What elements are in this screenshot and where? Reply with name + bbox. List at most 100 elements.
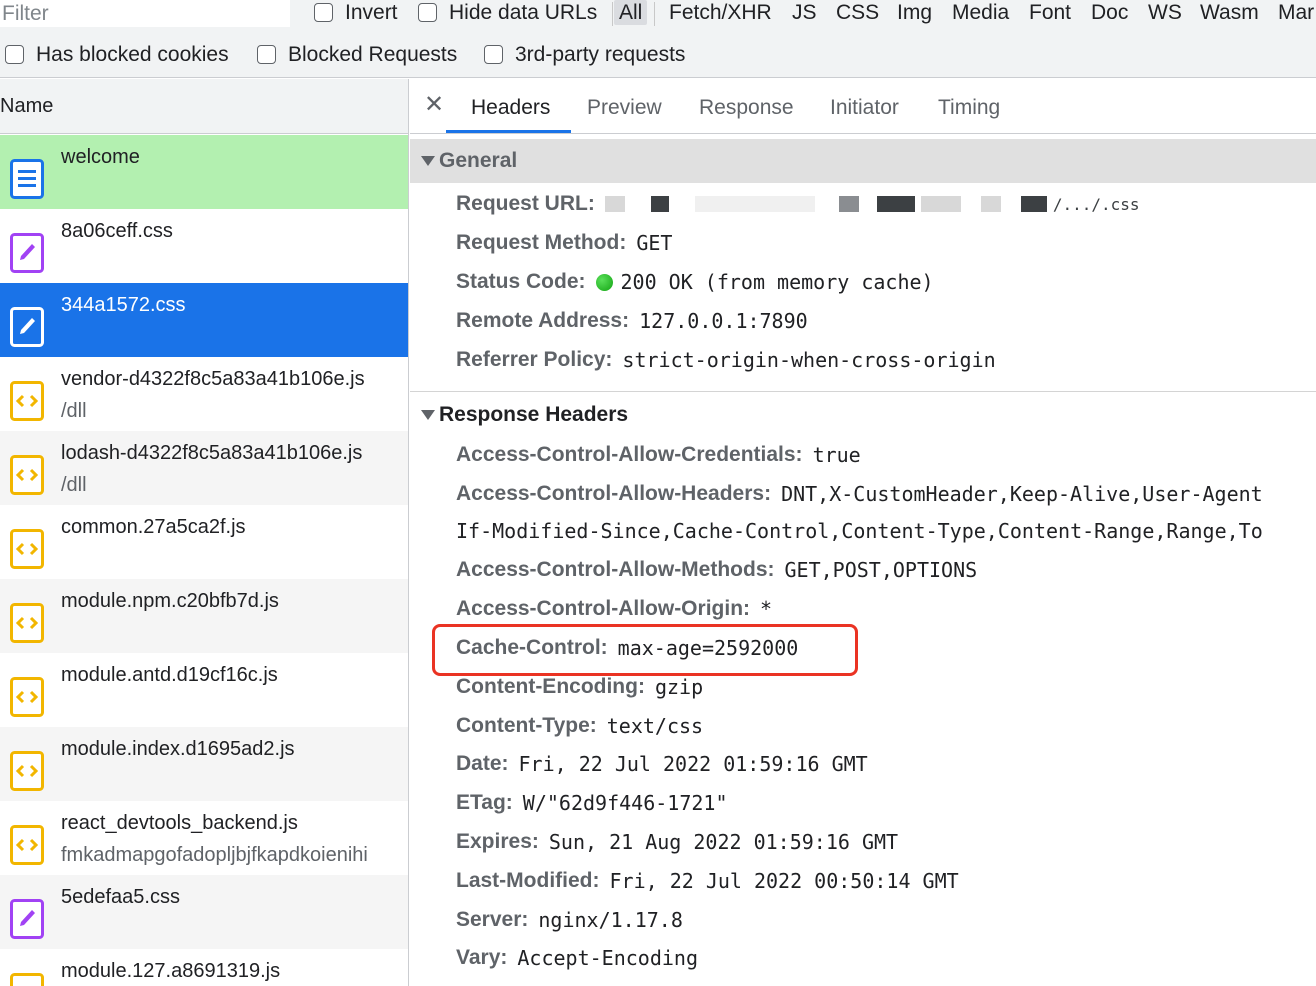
header-key: Access-Control-Allow-Headers:: [456, 482, 772, 505]
request-row[interactable]: 344a1572.css: [0, 283, 408, 357]
request-path: /dll: [61, 400, 87, 422]
tab-timing[interactable]: Timing: [938, 96, 1000, 120]
request-row[interactable]: react_devtools_backend.js fmkadmapgofado…: [0, 801, 408, 875]
header-value: W/"62d9f446-1721": [522, 791, 728, 815]
has-blocked-cookies-checkbox[interactable]: Has blocked cookies: [5, 42, 229, 67]
tab-preview[interactable]: Preview: [587, 96, 662, 120]
checkbox-box[interactable]: [257, 45, 276, 64]
request-row[interactable]: module.127.a8691319.js: [0, 949, 408, 986]
invert-checkbox[interactable]: Invert: [314, 0, 398, 25]
header-value: Accept-Encoding: [517, 946, 698, 970]
invert-label: Invert: [345, 0, 398, 24]
header-key: Vary:: [456, 946, 508, 969]
type-filter-fetch-xhr[interactable]: Fetch/XHR: [669, 0, 772, 25]
header-value: 200 OK (from memory cache): [620, 270, 934, 294]
type-filter-font[interactable]: Font: [1029, 0, 1071, 25]
checkbox-box[interactable]: [314, 3, 333, 22]
general-section-header[interactable]: General: [410, 139, 1316, 183]
general-section-title: General: [439, 149, 518, 172]
script-icon: [10, 973, 44, 986]
script-icon: [10, 529, 44, 569]
request-row[interactable]: 8a06ceff.css: [0, 209, 408, 283]
response-header-row: Access-Control-Allow-Credentials: true: [456, 440, 861, 470]
toolbar-divider: [612, 2, 613, 26]
tab-response[interactable]: Response: [699, 96, 794, 120]
request-name: 344a1572.css: [61, 294, 186, 316]
request-name: 8a06ceff.css: [61, 220, 173, 242]
request-row[interactable]: common.27a5ca2f.js: [0, 505, 408, 579]
filter-input[interactable]: [0, 0, 290, 27]
header-key: Access-Control-Allow-Methods:: [456, 558, 775, 581]
stylesheet-icon: [10, 899, 44, 939]
type-filter-js[interactable]: JS: [792, 0, 817, 25]
tab-initiator[interactable]: Initiator: [830, 96, 899, 120]
header-key: Cache-Control:: [456, 636, 608, 659]
type-filter-doc[interactable]: Doc: [1091, 0, 1128, 25]
request-row[interactable]: module.npm.c20bfb7d.js: [0, 579, 408, 653]
checkbox-box[interactable]: [5, 45, 24, 64]
type-filter-ws[interactable]: WS: [1148, 0, 1182, 25]
response-header-row: Content-Encoding: gzip: [456, 672, 703, 702]
type-filter-img[interactable]: Img: [897, 0, 932, 25]
redacted-block: [876, 196, 915, 212]
header-value: strict-origin-when-cross-origin: [622, 348, 996, 372]
response-header-row-cache-control: Cache-Control: max-age=2592000: [456, 633, 798, 663]
response-header-row: Content-Type: text/css: [456, 711, 703, 741]
request-row[interactable]: 5edefaa5.css: [0, 875, 408, 949]
tab-headers[interactable]: Headers: [471, 96, 550, 120]
response-header-row: Vary: Accept-Encoding: [456, 943, 698, 973]
hide-data-urls-checkbox[interactable]: Hide data URLs: [418, 0, 597, 25]
header-value: GET,POST,OPTIONS: [784, 558, 978, 582]
checkbox-box[interactable]: [484, 45, 503, 64]
header-key: Content-Type:: [456, 714, 597, 737]
request-name: common.27a5ca2f.js: [61, 516, 246, 538]
request-name: vendor-d4322f8c5a83a41b106e.js: [61, 368, 365, 390]
request-row[interactable]: vendor-d4322f8c5a83a41b106e.js /dll: [0, 357, 408, 431]
header-value: DNT,X-CustomHeader,Keep-Alive,User-Agent: [781, 482, 1263, 506]
request-name: module.127.a8691319.js: [61, 960, 281, 982]
redacted-block: [980, 196, 1001, 212]
blocked-requests-checkbox[interactable]: Blocked Requests: [257, 42, 457, 67]
response-headers-section-header[interactable]: Response Headers: [410, 391, 1316, 439]
type-filter-wasm[interactable]: Wasm: [1200, 0, 1259, 25]
request-name: 5edefaa5.css: [61, 886, 180, 908]
document-icon: [10, 159, 44, 199]
checkbox-box[interactable]: [418, 3, 437, 22]
type-filter-manifest[interactable]: Mar: [1278, 0, 1314, 25]
has-blocked-cookies-label: Has blocked cookies: [36, 42, 229, 66]
response-header-row: Access-Control-Allow-Headers: DNT,X-Cust…: [456, 479, 1263, 509]
header-value: Sun, 21 Aug 2022 01:59:16 GMT: [548, 830, 899, 854]
header-value: gzip: [654, 675, 704, 699]
header-key: Request URL:: [456, 192, 595, 215]
header-value: Fri, 22 Jul 2022 01:59:16 GMT: [518, 752, 868, 776]
redacted-block: [604, 196, 625, 212]
request-path: fmkadmapgofadopljbjfkapdkoienihi: [61, 844, 368, 866]
header-key: Request Method:: [456, 231, 627, 254]
header-key: Referrer Policy:: [456, 348, 613, 371]
expand-triangle-icon: [421, 410, 435, 420]
script-icon: [10, 825, 44, 865]
request-name: react_devtools_backend.js: [61, 812, 298, 834]
request-row[interactable]: module.index.d1695ad2.js: [0, 727, 408, 801]
header-key: Content-Encoding:: [456, 675, 645, 698]
response-header-row: Access-Control-Allow-Methods: GET,POST,O…: [456, 555, 977, 585]
stylesheet-icon: [10, 233, 44, 273]
request-row[interactable]: module.antd.d19cf16c.js: [0, 653, 408, 727]
close-icon[interactable]: ✕: [424, 91, 444, 119]
third-party-requests-checkbox[interactable]: 3rd-party requests: [484, 42, 685, 67]
network-filter-bar: Invert Hide data URLs All Fetch/XHR JS C…: [0, 0, 1316, 78]
blocked-requests-label: Blocked Requests: [288, 42, 458, 66]
toolbar-divider: [654, 2, 655, 26]
request-row[interactable]: welcome: [0, 135, 408, 209]
type-filter-media[interactable]: Media: [952, 0, 1009, 25]
active-tab-indicator: [446, 130, 571, 133]
general-row: Referrer Policy: strict-origin-when-cros…: [456, 345, 996, 375]
script-icon: [10, 455, 44, 495]
header-key: Last-Modified:: [456, 869, 600, 892]
type-filter-all[interactable]: All: [614, 0, 648, 25]
header-value: GET: [636, 231, 673, 255]
type-filter-css[interactable]: CSS: [836, 0, 879, 25]
general-row: Remote Address: 127.0.0.1:7890: [456, 306, 808, 336]
request-row[interactable]: lodash-d4322f8c5a83a41b106e.js /dll: [0, 431, 408, 505]
name-column-header[interactable]: Name: [0, 79, 408, 134]
